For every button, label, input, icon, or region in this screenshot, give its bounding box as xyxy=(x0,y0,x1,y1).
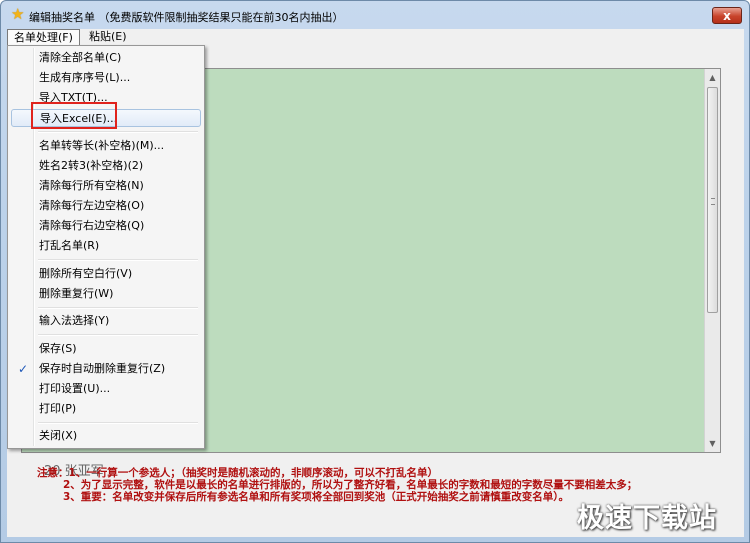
menu-name-list-processing[interactable]: 名单处理(F) xyxy=(7,29,80,46)
menu-item-save[interactable]: 保存(S) xyxy=(11,340,201,358)
star-icon: ★ xyxy=(11,5,25,23)
title-bar[interactable]: ★ 编辑抽奖名单 （免费版软件限制抽奖结果只能在前30名内抽出） x xyxy=(1,1,749,29)
menu-separator xyxy=(38,334,198,336)
menu-item-clear-all[interactable]: 清除全部名单(C) xyxy=(11,49,201,67)
menu-item-delete-duplicates[interactable]: 删除重复行(W) xyxy=(11,285,201,303)
menu-separator xyxy=(38,259,198,261)
menu-item-shuffle[interactable]: 打乱名单(R) xyxy=(11,237,201,255)
highlight-box xyxy=(31,102,117,129)
scroll-down-icon[interactable]: ▼ xyxy=(708,439,717,448)
app-window: ★ 编辑抽奖名单 （免费版软件限制抽奖结果只能在前30名内抽出） x 名单处理(… xyxy=(0,0,750,543)
menu-item-print[interactable]: 打印(P) xyxy=(11,400,201,418)
note-line-2: 2、为了显示完整，软件是以最长的名单进行排版的，所以为了整齐好看，名单最长的字数… xyxy=(63,479,638,491)
menu-item-clear-left-spaces[interactable]: 清除每行左边空格(O) xyxy=(11,197,201,215)
note-line-1: 注意：1、一行算一个参选人；（抽奖时是随机滚动的，非顺序滚动，可以不打乱名单） xyxy=(37,467,439,479)
menu-bar: 名单处理(F) 粘贴(E) xyxy=(7,29,744,46)
grip-icon xyxy=(711,198,715,205)
menu-separator xyxy=(38,307,198,309)
close-button[interactable]: x xyxy=(712,7,742,24)
menu-item-name-2-to-3[interactable]: 姓名2转3(补空格)(2) xyxy=(11,157,201,175)
scrollbar-thumb[interactable] xyxy=(707,87,718,313)
menu-item-close[interactable]: 关闭(X) xyxy=(11,427,201,445)
menu-separator xyxy=(38,422,198,424)
note-line-3: 3、重要：名单改变并保存后所有参选名单和所有奖项将全部回到奖池（正式开始抽奖之前… xyxy=(63,491,570,503)
watermark-logo: 极速下载站 xyxy=(577,503,717,534)
menu-item-generate-sequence[interactable]: 生成有序序号(L)... xyxy=(11,69,201,87)
menu-separator xyxy=(38,131,198,133)
menu-item-clear-right-spaces[interactable]: 清除每行右边空格(Q) xyxy=(11,217,201,235)
menu-item-input-method[interactable]: 输入法选择(Y) xyxy=(11,312,201,330)
notes: 注意：1、一行算一个参选人；（抽奖时是随机滚动的，非顺序滚动，可以不打乱名单） … xyxy=(37,467,637,503)
vertical-scrollbar[interactable]: ▲ ▼ xyxy=(704,69,720,452)
menu-item-auto-dedupe-on-save[interactable]: 保存时自动删除重复行(Z) xyxy=(11,360,201,378)
menu-item-delete-blank-rows[interactable]: 删除所有空白行(V) xyxy=(11,265,201,283)
menu-item-clear-all-spaces[interactable]: 清除每行所有空格(N) xyxy=(11,177,201,195)
window-title: 编辑抽奖名单 （免费版软件限制抽奖结果只能在前30名内抽出） xyxy=(29,11,344,24)
menu-paste[interactable]: 粘贴(E) xyxy=(83,29,133,46)
menu-item-print-setup[interactable]: 打印设置(U)... xyxy=(11,380,201,398)
scroll-up-icon[interactable]: ▲ xyxy=(708,73,717,82)
menu-item-equal-length[interactable]: 名单转等长(补空格)(M)... xyxy=(11,137,201,155)
